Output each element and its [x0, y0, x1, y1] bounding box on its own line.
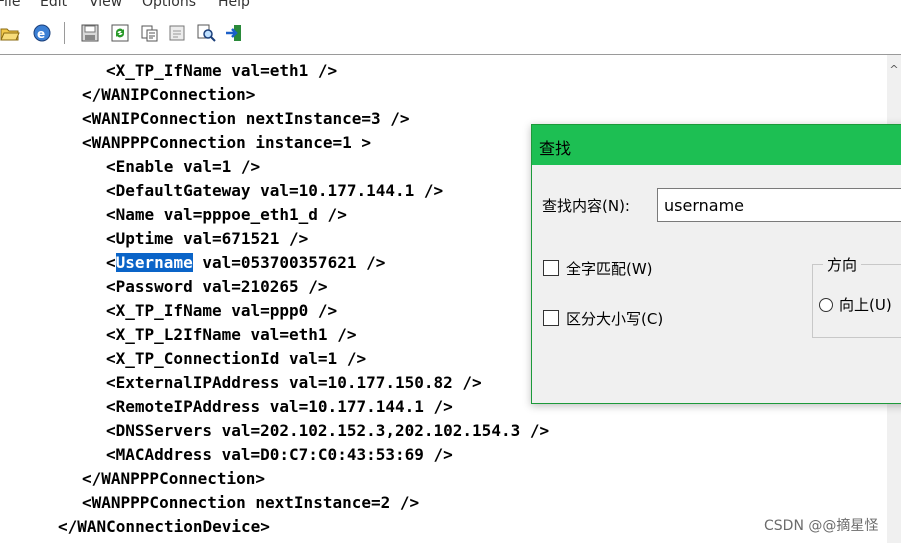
find-what-input[interactable]: [657, 188, 901, 222]
code-line: <Password val=210265 />: [106, 277, 328, 296]
refresh-icon[interactable]: [110, 23, 130, 43]
browser-icon[interactable]: e: [32, 23, 52, 43]
menu-bar: File Edit View Options Help: [0, 0, 901, 12]
toolbar-separator: [64, 22, 65, 44]
match-case-checkbox[interactable]: [543, 310, 559, 326]
code-line-rest: val=053700357621 />: [192, 253, 386, 272]
code-line-username: <Username val=053700357621 />: [106, 251, 385, 275]
code-line: <ExternalIPAddress val=10.177.150.82 />: [106, 373, 482, 392]
menu-edit[interactable]: Edit: [40, 0, 67, 10]
direction-up-label[interactable]: 向上(U): [839, 294, 892, 315]
save-icon[interactable]: [80, 23, 100, 43]
code-line: </WANPPPConnection>: [82, 469, 266, 488]
match-case-label[interactable]: 区分大小写(C): [566, 308, 663, 329]
code-line: <X_TP_L2IfName val=eth1 />: [106, 325, 357, 344]
properties-icon[interactable]: [167, 23, 187, 43]
toolbar: e: [0, 12, 901, 55]
code-line: </WANIPConnection>: [82, 85, 256, 104]
direction-label: 方向: [823, 254, 862, 275]
direction-group: 方向 向上(U): [812, 254, 901, 338]
whole-word-checkbox[interactable]: [543, 260, 559, 276]
code-line: <DefaultGateway val=10.177.144.1 />: [106, 181, 444, 200]
direction-up-radio[interactable]: [819, 298, 833, 312]
code-line: <Uptime val=671521 />: [106, 229, 309, 248]
code-line: <RemoteIPAddress val=10.177.144.1 />: [106, 397, 453, 416]
scroll-up-arrow-icon[interactable]: ^: [887, 63, 901, 76]
svg-text:e: e: [37, 27, 45, 41]
code-open-bracket: <: [106, 253, 116, 272]
code-line: <DNSServers val=202.102.152.3,202.102.15…: [106, 421, 550, 440]
code-line: <WANPPPConnection instance=1 >: [82, 133, 371, 152]
code-line: <WANIPConnection nextInstance=3 />: [82, 109, 410, 128]
menu-options[interactable]: Options: [142, 0, 196, 10]
code-line: <X_TP_ConnectionId val=1 />: [106, 349, 367, 368]
open-folder-icon[interactable]: [0, 23, 20, 43]
menu-file[interactable]: File: [0, 0, 20, 10]
menu-help[interactable]: Help: [218, 0, 250, 10]
code-line: <WANPPPConnection nextInstance=2 />: [82, 493, 420, 512]
find-what-label: 查找内容(N):: [542, 197, 630, 215]
watermark: CSDN @@摘星怪: [764, 518, 879, 534]
code-line: <Enable val=1 />: [106, 157, 261, 176]
code-line: <X_TP_IfName val=ppp0 />: [106, 301, 338, 320]
menu-view[interactable]: View: [89, 0, 122, 10]
exit-icon[interactable]: [224, 23, 244, 43]
find-dialog: 查找 查找内容(N): 全字匹配(W) 区分大小写(C) 方向 向上(U): [531, 124, 901, 404]
search-icon[interactable]: [196, 23, 216, 43]
find-dialog-titlebar[interactable]: 查找: [532, 125, 901, 165]
find-dialog-title: 查找: [539, 139, 572, 158]
code-line: <MACAddress val=D0:C7:C0:43:53:69 />: [106, 445, 453, 464]
code-line: <X_TP_IfName val=eth1 />: [106, 61, 338, 80]
whole-word-label[interactable]: 全字匹配(W): [566, 258, 653, 279]
selected-search-match[interactable]: Username: [115, 253, 193, 272]
code-line: </WANConnectionDevice>: [58, 517, 270, 536]
code-line: <Name val=pppoe_eth1_d />: [106, 205, 347, 224]
copy-icon[interactable]: [140, 23, 160, 43]
